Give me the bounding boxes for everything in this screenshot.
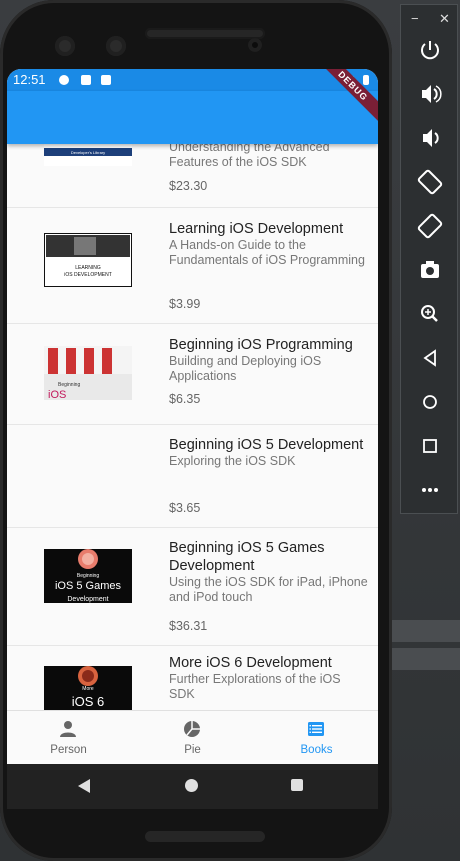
system-recents-icon[interactable]: [291, 779, 303, 791]
emulator-panel-strip: [380, 620, 460, 642]
back-icon[interactable]: [401, 343, 459, 373]
list-item[interactable]: Beginning iOS Beginning iOS Programming …: [7, 324, 378, 425]
book-subtitle: Using the iOS SDK for iPad, iPhone and i…: [169, 575, 368, 604]
book-cover-image: Beginning iOS: [44, 346, 132, 400]
tab-label: Pie: [184, 744, 201, 756]
book-price: $36.31: [169, 619, 208, 633]
status-bar: 12:51: [7, 69, 378, 91]
book-title: Learning iOS Development: [169, 221, 344, 237]
book-cover-image: More iOS 6: [44, 666, 132, 710]
book-title: Beginning iOS 5 Games Development: [169, 540, 325, 574]
emulator-toolbar: − ✕: [400, 4, 458, 514]
overview-icon[interactable]: [401, 431, 459, 461]
svg-text:Beginning: Beginning: [58, 382, 80, 388]
zoom-icon[interactable]: [401, 299, 459, 329]
book-price: $3.99: [169, 297, 201, 311]
book-subtitle: Building and Deploying iOS Applications: [169, 354, 322, 383]
list-item[interactable]: Beginning iOS 5 Development Exploring th…: [7, 425, 378, 528]
rotate-right-icon[interactable]: [401, 211, 459, 241]
settings-icon: [59, 75, 69, 85]
system-home-icon[interactable]: [185, 779, 198, 792]
volume-down-icon[interactable]: [401, 123, 459, 153]
font-icon: [81, 75, 91, 85]
svg-text:iOS 5 Games: iOS 5 Games: [55, 580, 122, 592]
system-navigation-bar: [7, 764, 378, 809]
svg-text:iOS: iOS: [48, 389, 66, 400]
book-subtitle: A Hands-on Guide to the Fundamentals of …: [169, 238, 365, 267]
svg-text:Developer's Library: Developer's Library: [71, 150, 105, 155]
system-back-icon[interactable]: [78, 779, 90, 793]
battery-icon: [363, 75, 369, 85]
svg-text:More: More: [82, 686, 94, 692]
book-title: More iOS 6 Development: [169, 655, 332, 671]
svg-text:Beginning: Beginning: [77, 573, 99, 579]
book-cover-image: LEARNING iOS DEVELOPMENT: [44, 233, 132, 287]
bottom-navigation: Person Pie Books: [7, 710, 378, 765]
list-item[interactable]: LEARNING iOS DEVELOPMENT Learning iOS De…: [7, 208, 378, 324]
tab-label: Books: [300, 744, 333, 756]
app-bar: [7, 91, 378, 144]
phone-frame: 12:51 DEBUG Developer's Library Understa…: [0, 0, 392, 861]
bottom-speaker: [145, 831, 265, 842]
tab-pie[interactable]: Pie: [131, 711, 254, 765]
book-price: $3.65: [169, 501, 201, 515]
top-speaker: [145, 28, 265, 39]
tab-person[interactable]: Person: [7, 711, 130, 765]
sd-card-icon: [101, 75, 111, 85]
rotate-left-icon[interactable]: [401, 167, 459, 197]
book-cover-image: Beginning iOS 5 Games Development: [44, 549, 132, 603]
svg-text:Development: Development: [67, 596, 108, 603]
svg-text:LEARNING: LEARNING: [75, 265, 101, 271]
emulator-panel-strip: [380, 648, 460, 670]
tab-label: Person: [50, 744, 87, 756]
status-time: 12:51: [13, 72, 46, 87]
front-sensor: [55, 36, 75, 56]
book-title: Beginning iOS 5 Development: [169, 437, 364, 453]
svg-text:iOS 6: iOS 6: [72, 694, 105, 709]
front-camera: [248, 38, 262, 52]
more-icon[interactable]: [401, 475, 459, 505]
front-sensor: [106, 36, 126, 56]
list-icon: [308, 722, 324, 736]
book-price: $6.35: [169, 392, 201, 406]
book-title: Beginning iOS Programming: [169, 337, 353, 353]
volume-up-icon[interactable]: [401, 79, 459, 109]
list-item[interactable]: Beginning iOS 5 Games Development Beginn…: [7, 528, 378, 646]
book-subtitle: Understanding the Advanced Features of t…: [169, 144, 330, 169]
camera-icon[interactable]: [401, 255, 459, 285]
svg-text:iOS DEVELOPMENT: iOS DEVELOPMENT: [64, 272, 112, 278]
list-item[interactable]: Developer's Library Understanding the Ad…: [7, 144, 378, 208]
book-subtitle: Exploring the iOS SDK: [169, 454, 296, 468]
close-button[interactable]: ✕: [439, 11, 450, 27]
app-screen: 12:51 DEBUG Developer's Library Understa…: [7, 69, 378, 809]
book-subtitle: Further Explorations of the iOS SDK: [169, 672, 341, 701]
list-item[interactable]: More iOS 6 More iOS 6 Development Furthe…: [7, 646, 378, 710]
person-icon: [60, 721, 76, 737]
home-icon[interactable]: [401, 387, 459, 417]
minimize-button[interactable]: −: [411, 11, 419, 26]
book-cover-image: Developer's Library: [44, 144, 132, 166]
pie-chart-icon: [184, 721, 200, 737]
power-icon[interactable]: [401, 35, 459, 65]
tab-books[interactable]: Books: [255, 711, 378, 765]
book-price: $23.30: [169, 179, 208, 193]
book-list[interactable]: Developer's Library Understanding the Ad…: [7, 144, 378, 710]
